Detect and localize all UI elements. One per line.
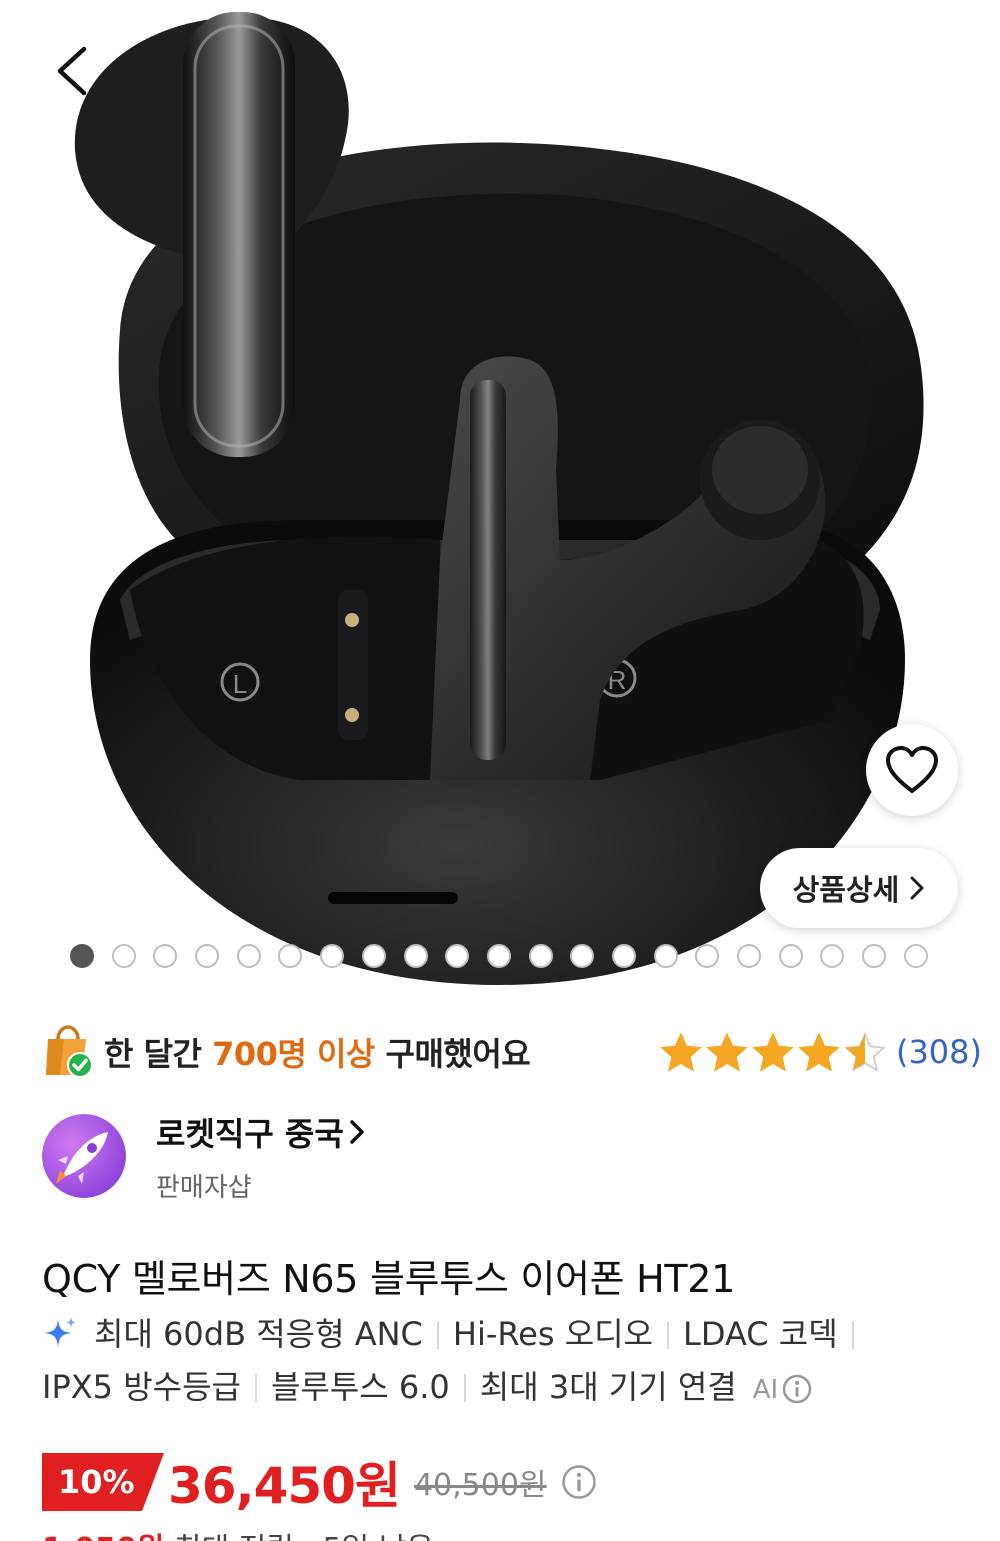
info-icon[interactable] [561,1464,597,1500]
svg-text:L: L [233,669,247,699]
product-detail-button[interactable]: 상품상세 [760,848,958,928]
ai-feature-summary: 최대 60dB 적응형 ANC Hi-Res 오디오 LDAC 코덱 IPX5 방수등… [42,1308,972,1417]
feature-divider [851,1321,854,1349]
gallery-dot[interactable] [611,944,636,968]
gallery-dot[interactable] [195,944,220,968]
gallery-dot[interactable] [862,944,887,968]
ai-label: AI [752,1375,779,1405]
seller-rocket-avatar [42,1114,126,1198]
chevron-right-icon [910,876,924,900]
product-detail-label: 상품상세 [792,873,900,907]
shopping-bag-check-icon [46,1025,93,1078]
purchase-count-highlight: 700명 이상 [212,1035,375,1073]
purchase-count-prefix: 한 달간 [104,1035,202,1073]
gallery-dot[interactable] [778,944,803,968]
reward-info-line: 1,050원 최대 적립 · 5일 남음 [42,1524,434,1541]
product-image-gallery[interactable]: L R 상품상세 [0,0,1000,990]
discount-badge: 10% [42,1453,164,1511]
gallery-dot[interactable] [820,944,845,968]
purchase-stats-row: 한 달간 700명 이상 구매했어요 (308) [42,1022,982,1082]
feature-divider [463,1374,466,1402]
gallery-dot[interactable] [111,944,136,968]
ai-sparkle-icon [44,1317,76,1347]
seller-name: 로켓직구 중국 [156,1109,366,1155]
purchase-count-suffix: 구매했어요 [385,1035,531,1073]
ai-feature-item: 블루투스 6.0 [270,1368,450,1406]
seller-shop-link[interactable]: 로켓직구 중국 판매자샵 [42,1109,366,1203]
reward-amount: 1,050원 [42,1532,165,1541]
gallery-dot[interactable] [486,944,511,968]
gallery-dot[interactable] [903,944,928,968]
ai-feature-item: 최대 60dB 적응형 ANC [94,1315,423,1353]
gallery-dot[interactable] [570,944,595,968]
feature-divider [254,1374,257,1402]
gallery-pagination [70,944,928,968]
rating-summary[interactable]: (308) [660,1032,982,1072]
gallery-dot[interactable] [403,944,428,968]
wishlist-button[interactable] [866,724,958,816]
gallery-dot[interactable] [70,944,94,968]
info-icon[interactable] [782,1374,812,1404]
ai-feature-item: LDAC 코덱 [683,1315,838,1353]
seller-subtitle: 판매자샵 [156,1172,252,1203]
star-icon [706,1032,748,1072]
star-icon [798,1032,840,1072]
feature-divider [667,1321,670,1349]
gallery-dot[interactable] [528,944,553,968]
gallery-dot[interactable] [695,944,720,968]
reward-text: 최대 적립 · 5일 남음 [174,1532,434,1541]
gallery-dot[interactable] [153,944,178,968]
original-price: 40,500원 [413,1468,547,1503]
gallery-dot[interactable] [361,944,386,968]
seller-name-text: 로켓직구 중국 [156,1114,344,1153]
gallery-dot[interactable] [320,944,345,968]
star-icon [752,1032,794,1072]
star-icon [660,1032,702,1072]
star-icon [844,1032,886,1072]
product-image: L R [74,12,924,985]
review-count: (308) [895,1033,982,1071]
gallery-dot[interactable] [737,944,761,968]
ai-feature-item: 최대 3대 기기 연결 [479,1368,737,1406]
ai-feature-item: Hi-Res 오디오 [452,1315,654,1353]
back-button[interactable] [44,36,100,106]
purchase-count-text: 한 달간 700명 이상 구매했어요 [104,1029,531,1075]
heart-icon [886,746,938,793]
chevron-left-icon [57,46,87,96]
ai-feature-item: IPX5 방수등급 [42,1368,241,1406]
product-title: QCY 멜로버즈 N65 블루투스 이어폰 HT21 [42,1257,736,1301]
gallery-dot[interactable] [653,944,678,968]
price-row: 10% 36,450원 40,500원 [42,1452,597,1515]
gallery-dot[interactable] [236,944,261,968]
sale-price: 36,450원 [168,1457,401,1515]
chevron-right-icon [350,1119,364,1144]
feature-divider [436,1321,439,1349]
rating-stars [660,1032,886,1072]
gallery-dot[interactable] [278,944,303,968]
gallery-dot[interactable] [445,944,470,968]
